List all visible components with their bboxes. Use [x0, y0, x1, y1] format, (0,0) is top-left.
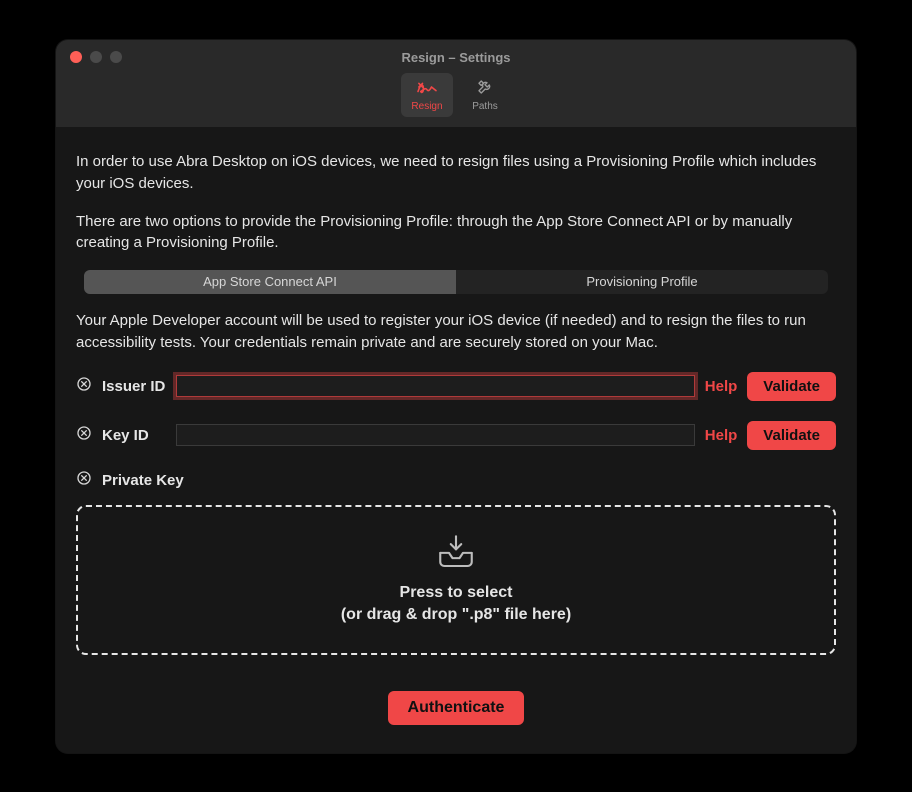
private-key-label: Private Key: [102, 472, 184, 489]
key-id-label: Key ID: [102, 427, 166, 444]
issuer-id-help-link[interactable]: Help: [705, 378, 738, 395]
inbox-download-icon: [435, 533, 477, 576]
dropzone-line-1: Press to select: [341, 582, 571, 604]
segment-app-store-connect[interactable]: App Store Connect API: [84, 270, 456, 294]
tab-label: Paths: [472, 101, 498, 112]
intro-paragraph-1: In order to use Abra Desktop on iOS devi…: [76, 151, 836, 195]
dropzone-text: Press to select (or drag & drop ".p8" fi…: [341, 582, 571, 625]
signature-icon: [416, 78, 438, 99]
issuer-id-input[interactable]: [176, 375, 695, 397]
authenticate-button[interactable]: Authenticate: [388, 691, 525, 725]
tools-icon: [474, 78, 496, 99]
description-text: Your Apple Developer account will be use…: [76, 310, 836, 354]
close-window-button[interactable]: [70, 51, 82, 63]
error-circle-icon: [76, 425, 92, 446]
footer: Authenticate: [76, 691, 836, 725]
segment-provisioning-profile[interactable]: Provisioning Profile: [456, 270, 828, 294]
tab-resign[interactable]: Resign: [401, 73, 453, 117]
minimize-window-button[interactable]: [90, 51, 102, 63]
issuer-id-validate-button[interactable]: Validate: [747, 372, 836, 401]
key-id-help-link[interactable]: Help: [705, 427, 738, 444]
error-circle-icon: [76, 470, 92, 491]
error-circle-icon: [76, 376, 92, 397]
tab-label: Resign: [411, 101, 442, 112]
private-key-dropzone[interactable]: Press to select (or drag & drop ".p8" fi…: [76, 505, 836, 655]
issuer-id-row: Issuer ID Help Validate: [76, 372, 836, 401]
settings-window: Resign – Settings Resign: [56, 40, 856, 753]
segmented-control: App Store Connect API Provisioning Profi…: [84, 270, 828, 294]
toolbar-tabs: Resign Paths: [70, 69, 842, 127]
issuer-id-label: Issuer ID: [102, 378, 166, 395]
key-id-validate-button[interactable]: Validate: [747, 421, 836, 450]
dropzone-line-2: (or drag & drop ".p8" file here): [341, 604, 571, 626]
content-area: In order to use Abra Desktop on iOS devi…: [56, 127, 856, 753]
key-id-input[interactable]: [176, 424, 695, 446]
titlebar: Resign – Settings Resign: [56, 40, 856, 127]
maximize-window-button[interactable]: [110, 51, 122, 63]
window-title: Resign – Settings: [70, 50, 842, 69]
tab-paths[interactable]: Paths: [459, 73, 511, 117]
private-key-row: Private Key: [76, 470, 836, 491]
key-id-row: Key ID Help Validate: [76, 421, 836, 450]
window-controls: [70, 51, 122, 63]
intro-paragraph-2: There are two options to provide the Pro…: [76, 211, 836, 255]
